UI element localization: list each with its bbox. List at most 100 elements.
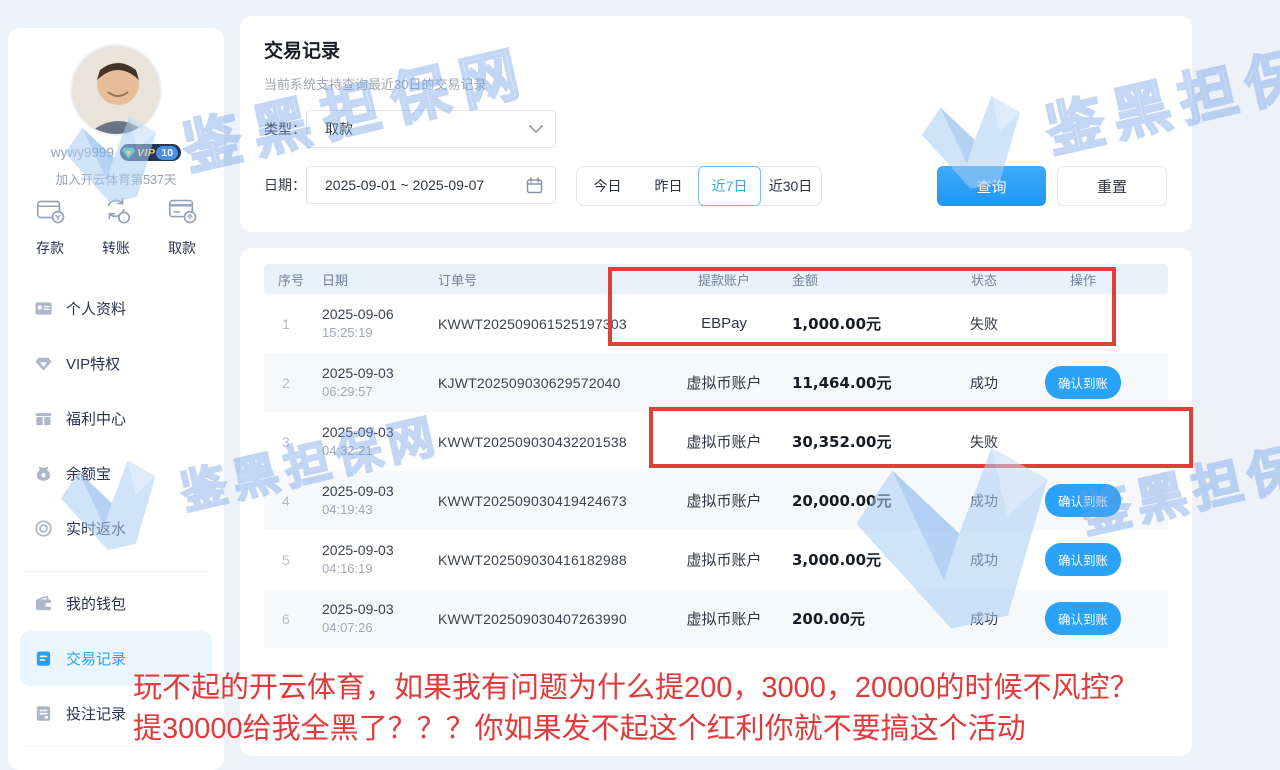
col-header-status: 状态 <box>934 270 1034 289</box>
joined-days-text: 加入开云体育第537天 <box>8 169 224 188</box>
date-range-value: 2025-09-01 ~ 2025-09-07 <box>325 177 484 193</box>
sidebar-item-yuebao[interactable]: 余额宝 <box>8 446 224 501</box>
sidebar-divider <box>24 571 208 572</box>
row-account: 虚拟币账户 <box>664 549 784 570</box>
avatar-image <box>72 46 162 136</box>
range-preset-button[interactable]: 今日 <box>577 167 638 205</box>
row-order-no: KWWT202509030407263990 <box>424 611 664 627</box>
range-preset-button[interactable]: 昨日 <box>638 167 699 205</box>
row-status: 成功 <box>934 550 1034 570</box>
col-header-date: 日期 <box>308 270 424 289</box>
row-index: 3 <box>264 434 308 450</box>
table-row: 12025-09-0615:25:19KWWT20250906152519730… <box>264 294 1168 353</box>
deposit-icon <box>34 194 66 231</box>
date-range-input[interactable]: 2025-09-01 ~ 2025-09-07 <box>306 166 556 204</box>
row-datetime: 2025-09-0304:19:43 <box>308 482 424 519</box>
row-amount: 3,000.00元 <box>784 549 934 570</box>
wallet-icon <box>34 594 53 613</box>
row-index: 4 <box>264 493 308 509</box>
profile-icon <box>34 299 53 318</box>
row-action: 确认到账 <box>1034 543 1168 576</box>
col-header-amount: 金额 <box>784 270 934 289</box>
confirm-receipt-button[interactable]: 确认到账 <box>1045 366 1121 399</box>
row-action: 确认到账 <box>1034 484 1168 517</box>
deposit-quick-action[interactable]: 存款 <box>34 194 66 258</box>
type-select[interactable]: 取款 <box>306 110 556 148</box>
rebate-icon <box>34 519 53 538</box>
range-preset-button[interactable]: 近7日 <box>699 167 760 205</box>
row-account: EBPay <box>664 315 784 332</box>
confirm-receipt-button[interactable]: 确认到账 <box>1045 543 1121 576</box>
row-index: 1 <box>264 316 308 332</box>
withdraw-icon <box>166 194 198 231</box>
table-header-row: 序号 日期 订单号 提款账户 金额 状态 操作 <box>264 264 1168 294</box>
sidebar-item-wallet[interactable]: 我的钱包 <box>8 576 224 631</box>
row-order-no: KJWT202509030629572040 <box>424 375 664 391</box>
vip-badge: VIP 10 <box>120 144 181 161</box>
row-amount: 20,000.00元 <box>784 490 934 511</box>
sidebar-item-rebate[interactable]: 实时返水 <box>8 501 224 556</box>
row-index: 5 <box>264 552 308 568</box>
calendar-icon <box>526 177 543 194</box>
row-datetime: 2025-09-0304:07:26 <box>308 600 424 637</box>
sidebar-item-profile[interactable]: 个人资料 <box>8 281 224 336</box>
date-label: 日期： <box>264 166 306 204</box>
row-datetime: 2025-09-0304:32:21 <box>308 423 424 460</box>
row-action: 确认到账 <box>1034 366 1168 399</box>
withdraw-quick-action[interactable]: 取款 <box>166 194 198 258</box>
row-order-no: KWWT202509061525197303 <box>424 316 664 332</box>
table-row: 52025-09-0304:16:19KWWT20250903041618298… <box>264 530 1168 589</box>
row-amount: 1,000.00元 <box>784 313 934 334</box>
vip-level: 10 <box>156 146 178 160</box>
confirm-receipt-button[interactable]: 确认到账 <box>1045 484 1121 517</box>
row-amount: 30,352.00元 <box>784 431 934 452</box>
row-account: 虚拟币账户 <box>664 431 784 452</box>
transfer-quick-action[interactable]: 转账 <box>100 194 132 258</box>
vip-label: VIP <box>137 147 155 159</box>
yuebao-icon <box>34 464 53 483</box>
table-row: 62025-09-0304:07:26KWWT20250903040726399… <box>264 589 1168 648</box>
chevron-down-icon <box>529 125 543 133</box>
quick-actions: 存款转账取款 <box>8 194 224 258</box>
row-order-no: KWWT202509030419424673 <box>424 493 664 509</box>
complaint-line1: 玩不起的开云体育，如果我有问题为什么提200，3000，20000的时候不风控？ <box>133 668 1139 709</box>
row-amount: 11,464.00元 <box>784 372 934 393</box>
row-status: 成功 <box>934 609 1034 629</box>
row-status: 成功 <box>934 373 1034 393</box>
row-datetime: 2025-09-0306:29:57 <box>308 364 424 401</box>
table-row: 42025-09-0304:19:43KWWT20250903041942467… <box>264 471 1168 530</box>
type-label: 类型： <box>264 110 306 148</box>
table-row: 22025-09-0306:29:57KJWT20250903062957204… <box>264 353 1168 412</box>
welfare-icon <box>34 409 53 428</box>
row-account: 虚拟币账户 <box>664 490 784 511</box>
col-header-no: 序号 <box>264 270 308 289</box>
row-status: 失败 <box>934 432 1034 452</box>
transfer-icon <box>100 194 132 231</box>
date-range-presets: 今日昨日近7日近30日 <box>576 166 822 206</box>
row-status: 失败 <box>934 314 1034 334</box>
row-status: 成功 <box>934 491 1034 511</box>
sidebar-item-welfare[interactable]: 福利中心 <box>8 391 224 446</box>
range-preset-button[interactable]: 近30日 <box>760 167 821 205</box>
filter-card: 交易记录 当前系统支持查询最近30日的交易记录 类型： 取款 日期： 2025-… <box>240 16 1192 232</box>
row-datetime: 2025-09-0615:25:19 <box>308 305 424 342</box>
confirm-receipt-button[interactable]: 确认到账 <box>1045 602 1121 635</box>
complaint-line2: 提30000给我全黑了？？？你如果发不起这个红利你就不要搞这个活动 <box>133 709 1139 750</box>
row-account: 虚拟币账户 <box>664 372 784 393</box>
row-order-no: KWWT202509030432201538 <box>424 434 664 450</box>
search-button[interactable]: 查询 <box>937 166 1046 206</box>
username: wywy9999 <box>51 145 114 160</box>
vip-icon <box>34 354 53 373</box>
col-header-account: 提款账户 <box>664 270 784 289</box>
row-order-no: KWWT202509030416182988 <box>424 552 664 568</box>
col-header-order: 订单号 <box>424 270 664 289</box>
sidebar-item-vip[interactable]: VIP特权 <box>8 336 224 391</box>
sidebar-nav-top: 个人资料VIP特权福利中心余额宝实时返水 <box>8 281 224 556</box>
row-index: 2 <box>264 375 308 391</box>
col-header-action: 操作 <box>1034 270 1168 289</box>
row-amount: 200.00元 <box>784 608 934 629</box>
page-subtitle: 当前系统支持查询最近30日的交易记录 <box>264 74 486 93</box>
reset-button[interactable]: 重置 <box>1057 166 1167 206</box>
type-select-value: 取款 <box>325 119 353 139</box>
row-index: 6 <box>264 611 308 627</box>
